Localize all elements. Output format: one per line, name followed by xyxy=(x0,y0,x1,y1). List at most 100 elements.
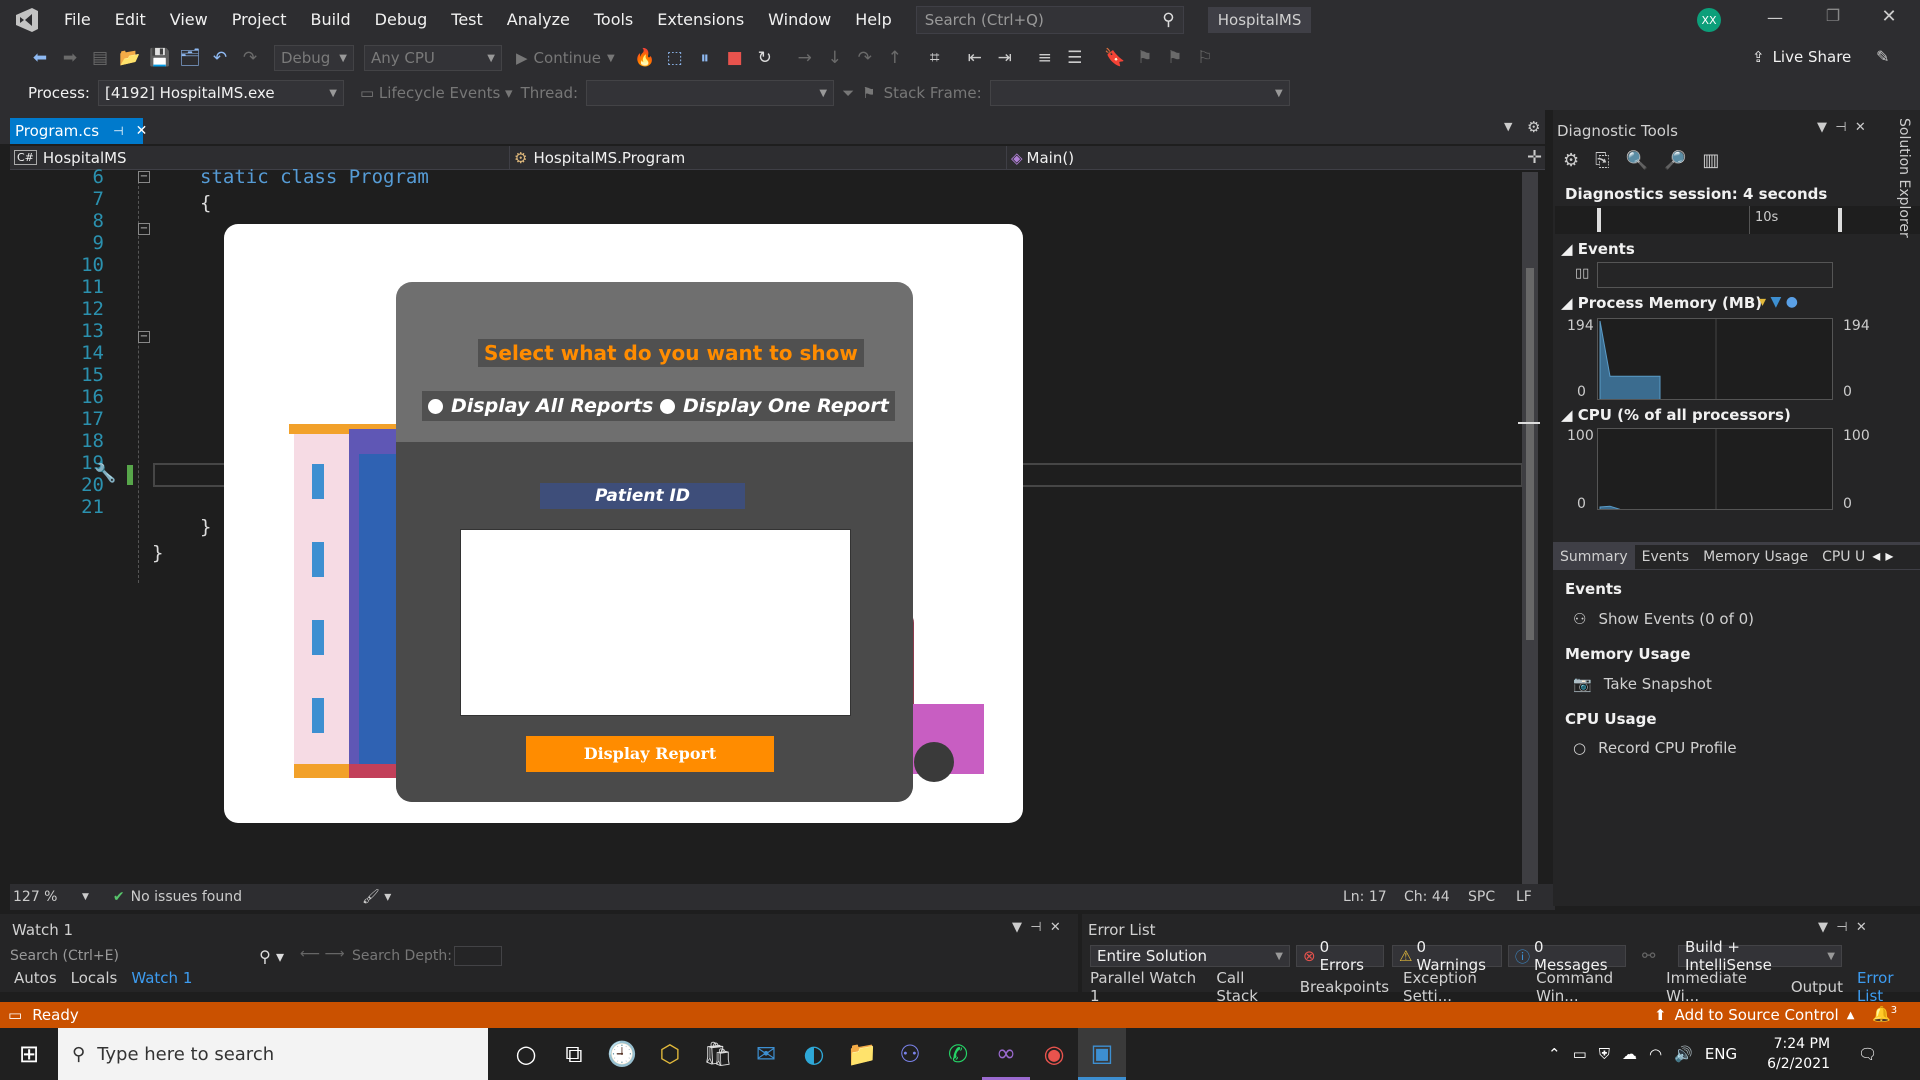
process-dropdown[interactable]: [4192] HospitalMS.exe ▼ xyxy=(97,80,344,106)
onedrive-icon[interactable]: ☁ xyxy=(1622,1045,1637,1063)
watch-window-controls[interactable]: ▼ ⊣ ✕ xyxy=(1012,920,1061,935)
zoom-in-icon[interactable]: 🔍 xyxy=(1626,150,1648,171)
warnings-filter[interactable]: ⚠ 0 Warnings xyxy=(1392,938,1502,974)
flag-icon[interactable]: ⚑ xyxy=(862,84,875,102)
thread-dropdown[interactable]: ▼ xyxy=(586,80,835,106)
show-next-statement-icon[interactable]: → xyxy=(791,44,819,72)
search-back-forward[interactable]: ⟵ ⟶ xyxy=(300,946,345,962)
avatar[interactable]: XX xyxy=(1697,8,1721,32)
menu-window[interactable]: Window xyxy=(756,0,843,40)
mail-icon[interactable]: ✉ xyxy=(742,1028,790,1080)
visual-studio-icon[interactable]: ∞ xyxy=(982,1028,1030,1080)
dt-tab-1[interactable]: Events xyxy=(1635,545,1696,569)
scroll-thumb[interactable] xyxy=(1526,268,1534,640)
report-output-box[interactable] xyxy=(460,529,851,716)
radio-display-one[interactable]: Display One Report xyxy=(654,391,895,421)
windows-start-icon[interactable]: ⊞ xyxy=(0,1028,58,1080)
battery-icon[interactable]: ▭ xyxy=(1573,1045,1587,1063)
issues-indicator[interactable]: ✔ No issues found xyxy=(113,889,242,905)
add-to-source-control-button[interactable]: ⬆ Add to Source Control ▲ xyxy=(1654,1006,1854,1024)
dt-tabs-scroll-icon[interactable]: ◂ ▸ xyxy=(1872,546,1893,565)
task-view-icon[interactable]: ⧉ xyxy=(550,1028,598,1080)
dt-memory-header[interactable]: ◢ Process Memory (MB) xyxy=(1561,294,1762,312)
lifecycle-events-button[interactable]: ▭ Lifecycle Events ▾ xyxy=(360,84,513,102)
save-all-icon[interactable]: 🗂 xyxy=(176,44,204,72)
chrome-icon[interactable]: ◉ xyxy=(1030,1028,1078,1080)
new-project-icon[interactable]: ▤ xyxy=(86,44,114,72)
pause-events-icon[interactable]: ▯▯ xyxy=(1575,266,1589,281)
filter-icon[interactable]: ⏷ xyxy=(842,84,854,102)
zoom-caret[interactable]: ▼ xyxy=(82,892,89,902)
cleanup-icon[interactable]: 🖌 ▾ xyxy=(362,889,391,905)
record-cpu-button[interactable]: ○ Record CPU Profile xyxy=(1573,739,1737,757)
wifi-icon[interactable]: ◠ xyxy=(1649,1045,1662,1063)
collapse-toggle[interactable]: − xyxy=(138,223,150,235)
bottom-tab-3[interactable]: Exception Setti... xyxy=(1403,969,1522,1005)
undo-icon[interactable]: ↶ xyxy=(206,44,234,72)
language-indicator[interactable]: ENG xyxy=(1705,1045,1737,1063)
whatsapp-icon[interactable]: ✆ xyxy=(934,1028,982,1080)
menu-edit[interactable]: Edit xyxy=(103,0,158,40)
bottom-tab-0[interactable]: Parallel Watch 1 xyxy=(1090,969,1202,1005)
hot-reload-icon[interactable]: 🔥 xyxy=(631,44,659,72)
dt-tab-2[interactable]: Memory Usage xyxy=(1696,545,1815,569)
restart-icon[interactable]: ↻ xyxy=(751,44,779,72)
edge-icon[interactable]: ◐ xyxy=(790,1028,838,1080)
save-icon[interactable]: 💾 xyxy=(146,44,174,72)
collapse-toggle[interactable]: − xyxy=(138,171,150,183)
menu-view[interactable]: View xyxy=(158,0,220,40)
file-explorer-icon[interactable]: 📁 xyxy=(838,1028,886,1080)
tab-program-cs[interactable]: Program.cs ⊣ ✕ xyxy=(10,118,147,144)
platform-dropdown[interactable]: Any CPU ▼ xyxy=(364,45,502,71)
editor-vertical-scrollbar[interactable] xyxy=(1518,172,1540,884)
open-icon[interactable]: 📂 xyxy=(116,44,144,72)
close-window-button[interactable]: ✕ xyxy=(1874,6,1904,27)
redo-icon[interactable]: ↷ xyxy=(236,44,264,72)
prev-bookmark-icon[interactable]: ⚑ xyxy=(1131,44,1159,72)
bottom-tab-2[interactable]: Breakpoints xyxy=(1300,978,1389,996)
dt-timeline[interactable]: 10s xyxy=(1555,206,1920,234)
menu-test[interactable]: Test xyxy=(439,0,495,40)
browser-link-icon[interactable]: ⬚ xyxy=(661,44,689,72)
live-share-button[interactable]: ⇪ Live Share xyxy=(1752,48,1851,66)
minimize-button[interactable]: — xyxy=(1760,8,1790,27)
nav-member-dropdown[interactable]: ◈ Main() xyxy=(1007,146,1523,170)
watch-search[interactable]: Search (Ctrl+E) ⚲ ▾ xyxy=(10,945,290,967)
running-app-icon[interactable]: ▣ xyxy=(1078,1028,1126,1080)
action-center-icon[interactable]: 🗨 xyxy=(1858,1045,1877,1063)
watch-tab-2[interactable]: Watch 1 xyxy=(131,969,192,987)
back-icon[interactable]: ⬅ xyxy=(26,44,54,72)
defender-icon[interactable]: ⛨ xyxy=(1599,1045,1610,1063)
bottom-tab-1[interactable]: Call Stack xyxy=(1216,969,1285,1005)
clear-filter-icon[interactable]: ⚯ xyxy=(1642,946,1655,965)
menu-help[interactable]: Help xyxy=(843,0,903,40)
scope-dropdown[interactable]: Entire Solution ▼ xyxy=(1090,945,1290,967)
search-depth-dropdown[interactable] xyxy=(454,946,502,966)
feedback-icon[interactable]: ✎ xyxy=(1876,47,1889,66)
build-filter-dropdown[interactable]: Build + IntelliSense ▼ xyxy=(1678,938,1842,974)
pause-icon[interactable]: ⏸ xyxy=(691,44,719,72)
watch-tab-0[interactable]: Autos xyxy=(14,969,57,987)
solution-explorer-side-tab[interactable]: Solution Explorer xyxy=(1888,118,1912,238)
errors-filter[interactable]: ⊗ 0 Errors xyxy=(1296,938,1384,974)
stack-frame-dropdown[interactable]: ▼ xyxy=(989,80,1290,106)
hex-display-icon[interactable]: ⌗ xyxy=(921,44,949,72)
take-snapshot-button[interactable]: 📷 Take Snapshot xyxy=(1573,675,1712,693)
export-icon[interactable]: ⎘ xyxy=(1595,150,1609,171)
bottom-tab-4[interactable]: Command Win... xyxy=(1536,969,1652,1005)
next-bookmark-icon[interactable]: ⚑ xyxy=(1161,44,1189,72)
quick-actions-icon[interactable]: 🔧 xyxy=(94,463,116,484)
dt-tab-3[interactable]: CPU U xyxy=(1815,545,1872,569)
pin-icon[interactable]: ⊣ xyxy=(113,124,123,138)
cortana-icon[interactable]: ○ xyxy=(502,1028,550,1080)
display-report-button[interactable]: Display Report xyxy=(526,736,774,772)
split-editor-icon[interactable]: ✛ xyxy=(1527,147,1542,168)
config-dropdown[interactable]: Debug ▼ xyxy=(274,45,354,71)
step-over-icon[interactable]: ↷ xyxy=(851,44,879,72)
bottom-tab-5[interactable]: Immediate Wi... xyxy=(1666,969,1777,1005)
settings-icon[interactable]: ⚙ xyxy=(1563,150,1579,171)
dt-window-controls[interactable]: ▼ ⊣ ✕ xyxy=(1817,120,1866,135)
teams-icon[interactable]: ⚇ xyxy=(886,1028,934,1080)
bookmark-icon[interactable]: 🔖 xyxy=(1101,44,1129,72)
show-events-link[interactable]: ⚇ Show Events (0 of 0) xyxy=(1573,610,1754,628)
